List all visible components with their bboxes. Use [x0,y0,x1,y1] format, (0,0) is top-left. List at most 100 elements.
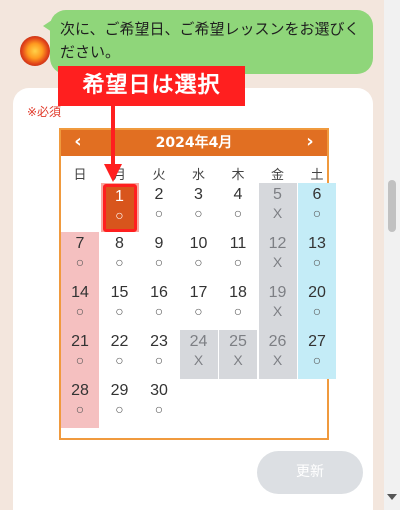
chat-message-text: 次に、ご希望日、ご希望レッスンをお選びください。 [60,20,360,61]
calendar-day-2[interactable]: 2 ○ [140,183,178,232]
calendar-day-4[interactable]: 4 ○ [219,183,257,232]
available-mark: ○ [154,303,164,319]
calendar-day-23[interactable]: 23 ○ [140,330,178,379]
unavailable-mark: X [193,352,204,368]
prev-month-icon[interactable]: ‹ [65,130,91,156]
unavailable-mark: X [272,303,283,319]
calendar-day-22[interactable]: 22 ○ [101,330,139,379]
day-number: 8 [115,235,124,252]
weekday-header: 水 [191,168,205,183]
calendar-day-25: 25 X [219,330,257,379]
selected-day-highlight[interactable]: 1 ○ [102,184,137,232]
calendar-day-27[interactable]: 27 ○ [298,330,336,379]
available-mark: ○ [75,254,85,270]
unavailable-mark: X [233,352,243,368]
available-mark: ○ [194,303,203,319]
unavailable-mark: X [272,352,283,368]
calendar: 2024年4月 ‹ › 日月火水木金土 1 ○ 2 ○ 3 ○ 4 ○ 5 X 6 ○ 7 ○ 8 ○ 9 ○ 10 ○… [59,128,336,440]
required-label: ※必須 [27,105,62,119]
day-number: 10 [189,235,208,252]
available-mark: ○ [312,303,322,319]
day-number: 6 [312,186,322,203]
day-number: 17 [189,284,208,301]
scrollbar[interactable] [384,0,400,510]
calendar-day-5: 5X [258,183,297,232]
calendar-day-24: 24 X [179,330,218,379]
calendar-day-3[interactable]: 3 ○ [180,183,218,232]
scrollbar-thumb[interactable] [388,180,396,232]
calendar-day-30[interactable]: 30 ○ [140,379,178,428]
day-number: 25 [229,333,247,350]
calendar-day-26: 26 X [258,330,297,379]
day-number: 1 [115,188,124,205]
weekday-header: 土 [310,168,324,183]
day-number: 29 [110,382,129,399]
unavailable-mark: X [272,254,283,270]
calendar-day-13[interactable]: 13 ○ [298,232,336,281]
available-mark: ○ [115,207,124,223]
available-mark: ○ [154,401,164,417]
available-mark: ○ [115,401,124,417]
calendar-day-19: 19 X [258,281,297,330]
weekday-header: 火 [152,168,166,183]
available-mark: ○ [115,254,124,270]
day-number: 28 [71,382,89,399]
calendar-day-1[interactable]: 1 ○ [100,183,139,232]
calendar-day-10[interactable]: 10 ○ [180,232,218,281]
calendar-day-21[interactable]: 21 ○ [61,330,99,379]
day-number: 22 [110,333,129,350]
calendar-day-16[interactable]: 16 ○ [140,281,178,330]
calendar-day-14[interactable]: 14 ○ [61,281,99,330]
available-mark: ○ [233,303,243,319]
calendar-day-20[interactable]: 20 ○ [298,281,336,330]
available-mark: ○ [194,254,203,270]
day-number: 3 [194,186,203,203]
available-mark: ○ [194,205,203,221]
calendar-day-9[interactable]: 9 ○ [140,232,178,281]
available-mark: ○ [312,205,322,221]
day-number: 13 [308,235,326,252]
calendar-day-12: 12 X [258,232,297,281]
scroll-down-icon[interactable] [387,494,397,500]
available-mark: ○ [312,352,322,368]
day-number: 16 [150,284,168,301]
available-mark: ○ [115,352,124,368]
calendar-day-17[interactable]: 17 ○ [180,281,218,330]
calendar-day-7[interactable]: 7 ○ [61,232,99,281]
annotation-arrow-icon [104,164,122,182]
day-number: 5 [273,186,282,203]
day-number: 23 [150,333,168,350]
update-button[interactable]: 更新 [257,451,363,494]
day-number: 18 [229,284,247,301]
calendar-month-title: 2024年4月 [155,135,233,151]
bot-avatar [20,36,50,66]
day-number: 12 [268,235,287,252]
available-mark: ○ [115,303,124,319]
day-number: 30 [150,382,168,399]
next-month-icon[interactable]: › [297,130,323,156]
calendar-header: 2024年4月 [61,130,327,156]
available-mark: ○ [312,254,322,270]
day-number: 20 [308,284,326,301]
day-number: 24 [189,333,208,350]
day-number: 2 [154,186,164,203]
calendar-day-8[interactable]: 8 ○ [101,232,139,281]
day-number: 15 [110,284,129,301]
available-mark: ○ [154,352,164,368]
available-mark: ○ [75,352,85,368]
calendar-day-11[interactable]: 11 ○ [219,232,257,281]
weekday-header: 木 [231,168,245,183]
unavailable-mark: X [272,205,283,221]
calendar-day-29[interactable]: 29 ○ [101,379,139,428]
calendar-day-15[interactable]: 15 ○ [101,281,139,330]
available-mark: ○ [233,254,243,270]
available-mark: ○ [154,205,164,221]
calendar-day-28[interactable]: 28 ○ [61,379,99,428]
calendar-day-6[interactable]: 6 ○ [298,183,336,232]
day-number: 7 [75,235,85,252]
weekday-header: 日 [73,168,87,183]
calendar-day-18[interactable]: 18 ○ [219,281,257,330]
day-number: 19 [268,284,287,301]
available-mark: ○ [154,254,164,270]
weekday-header: 金 [270,168,284,183]
